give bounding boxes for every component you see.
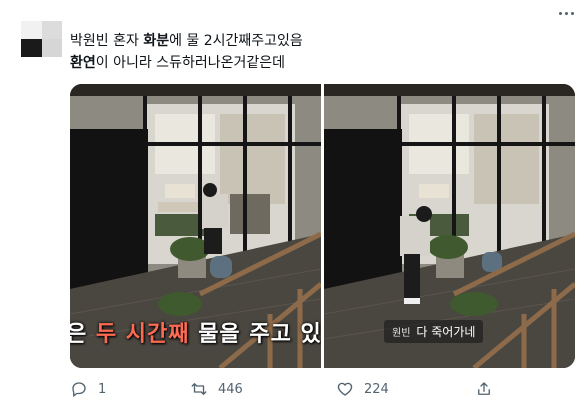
like-button[interactable]: 224 — [336, 380, 389, 398]
tweet-text-bold: 환연 — [70, 55, 96, 71]
tweet-actions: 1 446 224 — [70, 380, 575, 402]
more-options-icon[interactable] — [559, 12, 574, 15]
caption-speaker: 원빈 — [392, 328, 411, 339]
tweet-text-segment: 이 아니라 스듀하러나온거같은데 — [95, 55, 285, 71]
tweet-media[interactable]: 은 두 시간째 물을 주고 있 원빈 다 죽어가네 — [70, 84, 575, 368]
retweet-icon — [191, 383, 207, 395]
reply-button[interactable]: 1 — [70, 380, 106, 398]
retweet-count: 446 — [218, 381, 243, 397]
tweet-text-bold: 화분 — [143, 33, 170, 49]
reply-count: 1 — [98, 381, 107, 397]
avatar[interactable] — [21, 21, 62, 57]
media-image-right[interactable]: 원빈 다 죽어가네 — [324, 84, 575, 368]
caption-highlight: 두 시간째 — [95, 322, 190, 347]
caption-text: 은 — [70, 322, 88, 347]
tweet-text: 박원빈 혼자 화분에 물 2시간째주고있음 환연이 아니라 스듀하러나온거같은데 — [70, 30, 570, 74]
subtitle-caption-left: 은 두 시간째 물을 주고 있 — [70, 316, 321, 348]
like-count: 224 — [364, 381, 389, 397]
reply-icon — [72, 382, 86, 398]
tweet-line-2: 환연이 아니라 스듀하러나온거같은데 — [70, 52, 570, 74]
media-image-left[interactable]: 은 두 시간째 물을 주고 있 — [70, 84, 321, 368]
retweet-button[interactable]: 446 — [190, 380, 243, 398]
caption-text: 물을 주고 있 — [189, 322, 321, 347]
tweet-text-segment: 에 물 2시간째주고있음 — [169, 33, 303, 49]
like-icon — [337, 382, 353, 396]
caption-text: 다 죽어가네 — [416, 325, 476, 339]
tweet-text-segment: 박원빈 혼자 — [70, 33, 144, 49]
share-icon — [478, 382, 490, 395]
subtitle-caption-right: 원빈 다 죽어가네 — [384, 320, 484, 343]
share-button[interactable] — [475, 380, 493, 398]
tweet-line-1: 박원빈 혼자 화분에 물 2시간째주고있음 — [70, 30, 570, 52]
